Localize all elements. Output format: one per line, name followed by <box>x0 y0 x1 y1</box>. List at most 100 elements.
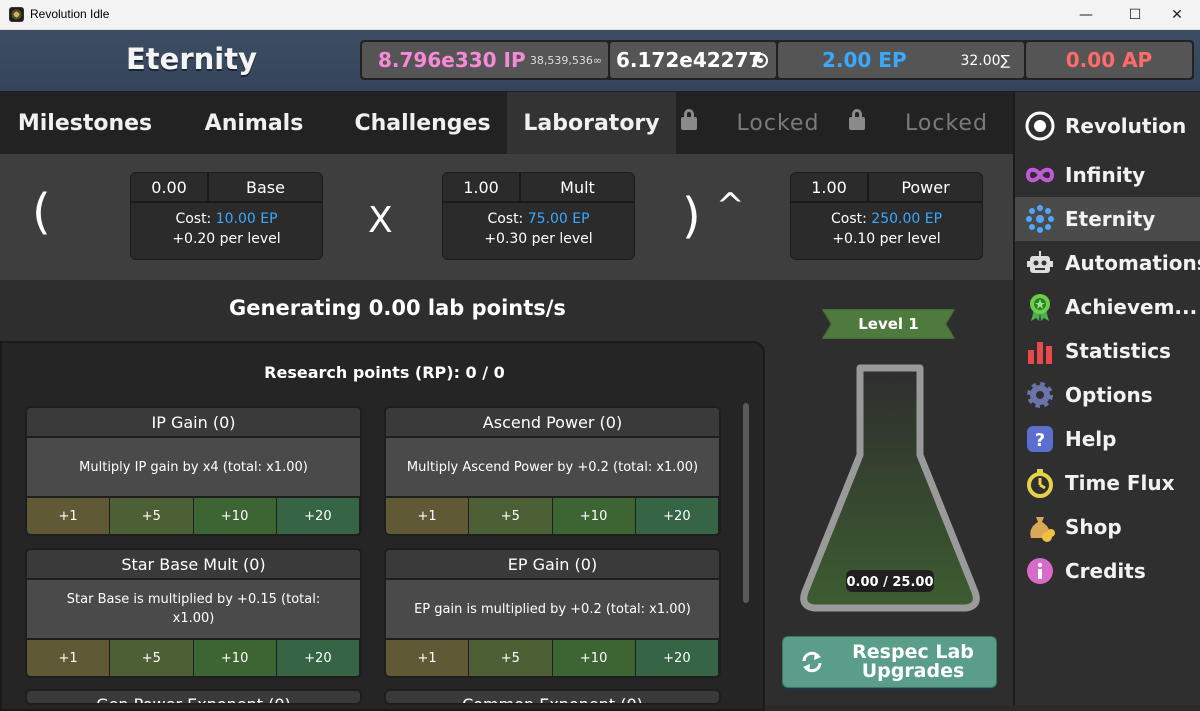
currency2-value: 6.172e42277 <box>616 48 763 72</box>
buy-1-button[interactable]: +1 <box>386 498 470 534</box>
upgrade-desc: Star Base is multiplied by +0.15 (total:… <box>27 580 360 638</box>
sidebar-label: Revolution <box>1065 114 1187 138</box>
base-name: Base <box>246 177 285 197</box>
buy-20-button[interactable]: +20 <box>635 640 719 676</box>
sidebar-item-help[interactable]: ? Help <box>1015 417 1200 461</box>
buy-1-button[interactable]: +1 <box>27 640 111 676</box>
bar-chart-icon <box>1025 336 1055 366</box>
sidebar-item-options[interactable]: Options <box>1015 373 1200 417</box>
buy-20-button[interactable]: +20 <box>276 498 360 534</box>
sidebar-label: Infinity <box>1065 163 1146 187</box>
close-button[interactable]: ✕ <box>1154 0 1200 30</box>
lock-icon <box>680 108 697 130</box>
upgrade-card-ip-gain: IP Gain (0) Multiply IP gain by x4 (tota… <box>25 406 362 536</box>
cost-label: Cost: <box>830 211 867 227</box>
power-upgrade-card[interactable]: 1.00 Power Cost: 250.00 EP +0.10 per leve… <box>790 172 983 260</box>
sigma-value: 32.00∑ <box>960 53 1010 69</box>
buy-10-button[interactable]: +10 <box>552 498 636 534</box>
tab-laboratory[interactable]: Laboratory <box>507 92 676 154</box>
sidebar-item-statistics[interactable]: Statistics <box>1015 329 1200 373</box>
base-upgrade-card[interactable]: 0.00 Base Cost: 10.00 EP +0.20 per level <box>130 172 323 260</box>
upgrade-title: Gen Power Exponent (0) <box>27 691 360 703</box>
upgrade-card-gen-power-exponent: Gen Power Exponent (0) <box>25 689 362 705</box>
respec-label-line2: Upgrades <box>861 660 965 682</box>
upgrade-title: Ascend Power (0) <box>386 408 719 438</box>
buy-5-button[interactable]: +5 <box>110 498 194 534</box>
buy-20-button[interactable]: +20 <box>635 498 719 534</box>
power-per-level: +0.10 per level <box>832 231 941 247</box>
sidebar-item-eternity[interactable]: Eternity <box>1015 197 1200 241</box>
infinity-icon <box>1025 160 1055 190</box>
ap-value: 0.00 AP <box>1065 48 1153 72</box>
buy-10-button[interactable]: +10 <box>193 498 277 534</box>
ip-value: 8.796e330 IP <box>378 48 526 72</box>
minimize-button[interactable]: — <box>1063 0 1109 30</box>
power-cost: 250.00 EP <box>871 211 943 227</box>
open-paren: ( <box>32 184 51 240</box>
lab-flask: 0.00 / 25.00 <box>800 364 980 612</box>
ap-counter: 0.00 AP <box>1026 42 1192 78</box>
upgrade-desc: EP gain is multiplied by +0.2 (total: x1… <box>386 580 719 638</box>
base-value: 0.00 <box>131 173 209 201</box>
window-titlebar: Revolution Idle — ☐ ✕ <box>0 0 1200 30</box>
upgrade-title: EP Gain (0) <box>386 550 719 580</box>
tab-challenges[interactable]: Challenges <box>338 92 507 154</box>
buy-1-button[interactable]: +1 <box>27 498 111 534</box>
buy-10-button[interactable]: +10 <box>193 640 277 676</box>
ep-counter: 2.00 EP 32.00∑ <box>778 42 1024 78</box>
power-caret: ^ <box>716 186 745 226</box>
tab-label: Locked <box>736 110 820 136</box>
buy-20-button[interactable]: +20 <box>276 640 360 676</box>
tab-locked-2[interactable]: Locked <box>844 92 1013 154</box>
sidebar-item-revolution[interactable]: Revolution <box>1015 104 1200 148</box>
header-bar: Eternity 8.796e330 IP 38,539,536∞ 6.172e… <box>0 30 1200 92</box>
tab-milestones[interactable]: Milestones <box>0 92 170 154</box>
generating-rate: Generating 0.00 lab points/s <box>229 296 566 320</box>
power-name: Power <box>901 177 950 197</box>
sidebar: Revolution Infinity Eternity Automations… <box>1013 92 1200 705</box>
lab-formula: ( 0.00 Base Cost: 10.00 EP +0.20 per leve… <box>0 154 1013 280</box>
respec-lab-upgrades-button[interactable]: Respec Lab Upgrades <box>782 636 997 688</box>
buy-5-button[interactable]: +5 <box>469 640 553 676</box>
ep-value: 2.00 EP <box>822 48 907 72</box>
upgrade-title: IP Gain (0) <box>27 408 360 438</box>
buy-1-button[interactable]: +1 <box>386 640 470 676</box>
help-icon: ? <box>1025 424 1055 454</box>
award-icon <box>1025 292 1055 322</box>
buy-5-button[interactable]: +5 <box>469 498 553 534</box>
sidebar-item-achievements[interactable]: Achievem... <box>1015 285 1200 329</box>
times-symbol: X <box>368 200 393 241</box>
level-label: Level 1 <box>858 315 918 333</box>
app-logo-icon <box>9 7 24 22</box>
base-per-level: +0.20 per level <box>172 231 281 247</box>
tab-label: Locked <box>905 110 988 136</box>
buy-5-button[interactable]: +5 <box>110 640 194 676</box>
research-scrollbar[interactable] <box>743 403 749 603</box>
upgrade-card-star-base-mult: Star Base Mult (0) Star Base is multipli… <box>25 548 362 678</box>
sidebar-item-infinity[interactable]: Infinity <box>1015 153 1200 197</box>
tab-label: Challenges <box>354 110 491 136</box>
flask-progress: 0.00 / 25.00 <box>847 575 934 590</box>
page-title: Eternity <box>126 42 257 76</box>
mult-name: Mult <box>560 177 595 197</box>
upgrade-desc: Multiply Ascend Power by +0.2 (total: x1… <box>386 438 719 496</box>
mult-per-level: +0.30 per level <box>484 231 593 247</box>
robot-icon <box>1025 248 1055 278</box>
sidebar-item-credits[interactable]: Credits <box>1015 549 1200 593</box>
buy-10-button[interactable]: +10 <box>552 640 636 676</box>
currency2-counter: 6.172e42277 <box>610 42 776 78</box>
upgrade-title: Star Base Mult (0) <box>27 550 360 580</box>
power-value: 1.00 <box>791 173 869 201</box>
tab-locked-1[interactable]: Locked <box>676 92 844 154</box>
sidebar-item-shop[interactable]: Shop <box>1015 505 1200 549</box>
revolution-icon <box>1025 111 1055 141</box>
window-title: Revolution Idle <box>30 7 110 21</box>
maximize-button[interactable]: ☐ <box>1112 0 1158 30</box>
sidebar-label: Eternity <box>1065 207 1156 231</box>
refresh-icon <box>802 651 822 673</box>
tab-animals[interactable]: Animals <box>170 92 338 154</box>
sidebar-item-time-flux[interactable]: Time Flux <box>1015 461 1200 505</box>
mult-upgrade-card[interactable]: 1.00 Mult Cost: 75.00 EP +0.30 per level <box>442 172 635 260</box>
sidebar-item-automations[interactable]: Automations <box>1015 241 1200 285</box>
upgrade-desc: Multiply IP gain by x4 (total: x1.00) <box>27 438 360 496</box>
